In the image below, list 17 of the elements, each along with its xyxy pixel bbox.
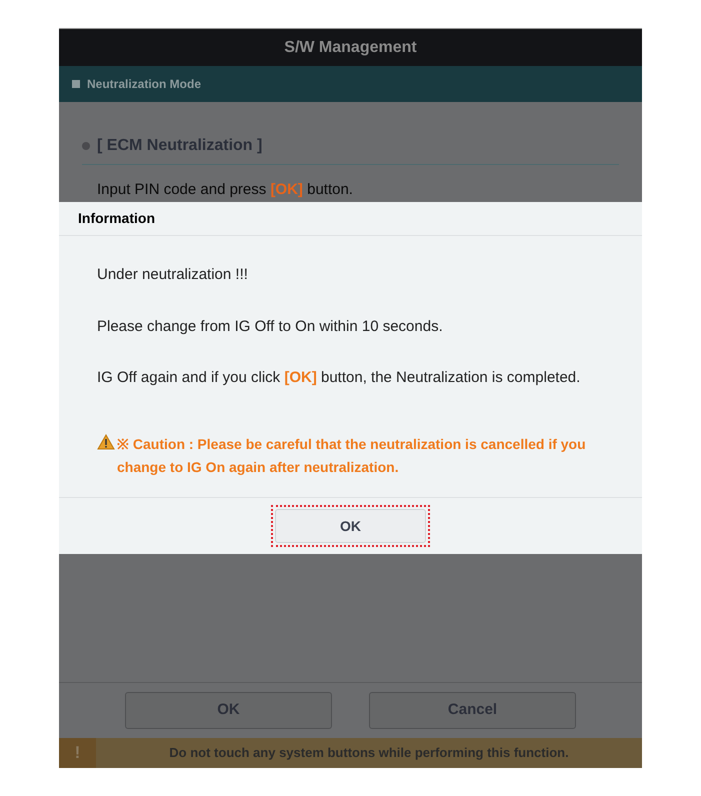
section-title: Neutralization Mode (87, 76, 202, 93)
dialog-button[interactable]: OK (125, 692, 332, 729)
warning-icon: ! (59, 738, 96, 768)
dialog-title: Information (78, 209, 155, 228)
warning-icon (97, 434, 115, 450)
message-text: Please change from IG Off to On within 10 seconds. (97, 316, 444, 336)
window-title: S/W Management (284, 38, 417, 58)
dialog-button[interactable]: Cancel (369, 692, 576, 729)
ok-button[interactable]: OK (275, 509, 426, 543)
caution-text: ※ Caution : Please be careful that the neutralization is cancelled if you change to IG On again after neutralization. (117, 434, 587, 477)
message-text: Under neutralization !!! (97, 265, 249, 285)
section-heading: [ ECM Neutralization ] (97, 136, 262, 156)
message-text: IG Off again and if you click [OK] button, the Neutralization is completed. (97, 368, 582, 388)
bullet-icon (82, 142, 90, 150)
warning-text: Do not touch any system buttons while performing this function. (168, 744, 570, 762)
instruction-text: Input PIN code and press [OK] button. (97, 180, 354, 200)
square-icon (72, 80, 80, 88)
